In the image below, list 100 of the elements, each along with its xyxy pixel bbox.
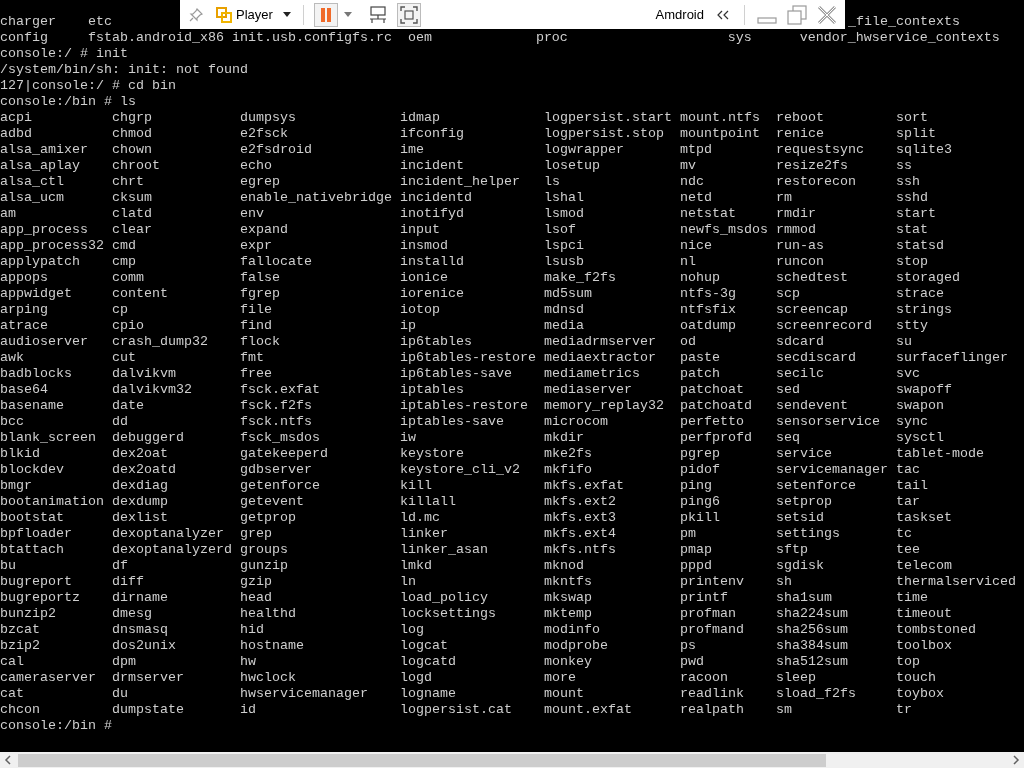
file-name: seq	[776, 430, 800, 446]
terminal-prompt: console:/bin #	[0, 718, 112, 734]
file-name: blkid	[0, 446, 40, 462]
file-name: fsck.exfat	[240, 382, 320, 398]
file-name: runcon	[776, 254, 824, 270]
file-name: adbd	[0, 126, 32, 142]
file-name: sha224sum	[776, 606, 848, 622]
file-name: memory_replay32	[544, 398, 664, 414]
file-name: settings	[776, 526, 840, 542]
pause-icon	[319, 6, 332, 23]
file-name: head	[240, 590, 272, 606]
pin-icon[interactable]	[188, 6, 204, 23]
file-name: logpersist.stop	[544, 126, 664, 142]
file-name: groups	[240, 542, 288, 558]
file-name: renice	[776, 126, 824, 142]
file-name: ln	[400, 574, 416, 590]
file-name: cameraserver	[0, 670, 96, 686]
send-keys-icon[interactable]	[367, 5, 388, 24]
file-name: dexlist	[112, 510, 168, 526]
file-name: tombstoned	[896, 622, 976, 638]
file-name: strings	[896, 302, 952, 318]
file-name: perfetto	[680, 414, 744, 430]
file-name: dnsmasq	[112, 622, 168, 638]
file-name: egrep	[240, 174, 280, 190]
fullscreen-button[interactable]	[396, 2, 421, 27]
file-name: ssh	[896, 174, 920, 190]
file-name: sync	[896, 414, 928, 430]
file-name: comm	[112, 270, 144, 286]
file-name: logd	[400, 670, 432, 686]
close-icon[interactable]	[817, 4, 837, 25]
file-name: microcom	[544, 414, 608, 430]
file-name: cksum	[112, 190, 152, 206]
file-name: more	[544, 670, 576, 686]
file-name: dirname	[112, 590, 168, 606]
file-name: btattach	[0, 542, 64, 558]
file-name: sendevent	[776, 398, 848, 414]
window-title: Amdroid	[655, 5, 704, 24]
file-name: gatekeeperd	[240, 446, 328, 462]
file-name: storaged	[896, 270, 960, 286]
file-name: id	[240, 702, 256, 718]
player-menu-button[interactable]: Player	[214, 2, 293, 27]
file-name: mediametrics	[544, 366, 640, 382]
horizontal-scrollbar[interactable]	[0, 752, 1024, 768]
file-name: statsd	[896, 238, 944, 254]
file-name: cal	[0, 654, 24, 670]
file-name: pidof	[680, 462, 720, 478]
terminal-line: 127|console:/ # cd bin	[0, 78, 176, 94]
file-name: logcatd	[400, 654, 456, 670]
file-name: mediadrmserver	[544, 334, 656, 350]
file-name: scp	[776, 286, 800, 302]
file-name: stty	[896, 318, 928, 334]
file-name: patchoat	[680, 382, 744, 398]
file-name: fsck_msdos	[240, 430, 320, 446]
double-chevron-left-icon[interactable]	[716, 9, 730, 20]
file-name: rmmod	[776, 222, 816, 238]
file-name: dexdiag	[112, 478, 168, 494]
file-name: mkswap	[544, 590, 592, 606]
file-name: screencap	[776, 302, 848, 318]
file-name: bu	[0, 558, 16, 574]
scrollbar-thumb[interactable]	[18, 753, 826, 767]
file-name: chrt	[112, 174, 144, 190]
file-name: swapoff	[896, 382, 952, 398]
file-name: ip6tables-save	[400, 366, 512, 382]
file-name: setprop	[776, 494, 832, 510]
file-name: ping6	[680, 494, 720, 510]
file-name: sgdisk	[776, 558, 824, 574]
file-name: lshal	[544, 190, 584, 206]
file-name: mkfs.exfat	[544, 478, 624, 494]
file-name: cat	[0, 686, 24, 702]
file-name: linker	[400, 526, 448, 542]
file-name: readlink	[680, 686, 744, 702]
file-name: sha384sum	[776, 638, 848, 654]
file-name: pgrep	[680, 446, 720, 462]
file-name: healthd	[240, 606, 296, 622]
file-name: ls	[544, 174, 560, 190]
terminal-line: config fstab.android_x86 init.usb.configfs.rc oem proc sys vendor_hwservice_contexts	[0, 30, 1000, 46]
file-name: log	[400, 622, 424, 638]
file-name: losetup	[544, 158, 600, 174]
file-name: tac	[896, 462, 920, 478]
file-name: monkey	[544, 654, 592, 670]
file-name: lsmod	[544, 206, 584, 222]
file-name: nohup	[680, 270, 720, 286]
file-name: bugreportz	[0, 590, 80, 606]
file-name: cpio	[112, 318, 144, 334]
file-name: sh	[776, 574, 792, 590]
file-name: iw	[400, 430, 416, 446]
file-name: mkfs.ext4	[544, 526, 616, 542]
file-name: printenv	[680, 574, 744, 590]
pause-button[interactable]	[313, 2, 338, 27]
file-name: clatd	[112, 206, 152, 222]
file-name: dexoptanalyzer	[112, 526, 224, 542]
file-name: ip6tables-restore	[400, 350, 536, 366]
file-name: env	[240, 206, 264, 222]
file-name: mknod	[544, 558, 584, 574]
file-name: mkfs.ext2	[544, 494, 616, 510]
file-name: alsa_aplay	[0, 158, 80, 174]
caret-icon[interactable]	[343, 12, 352, 17]
file-name: appops	[0, 270, 48, 286]
file-name: od	[680, 334, 696, 350]
maximize-icon[interactable]	[787, 4, 807, 25]
